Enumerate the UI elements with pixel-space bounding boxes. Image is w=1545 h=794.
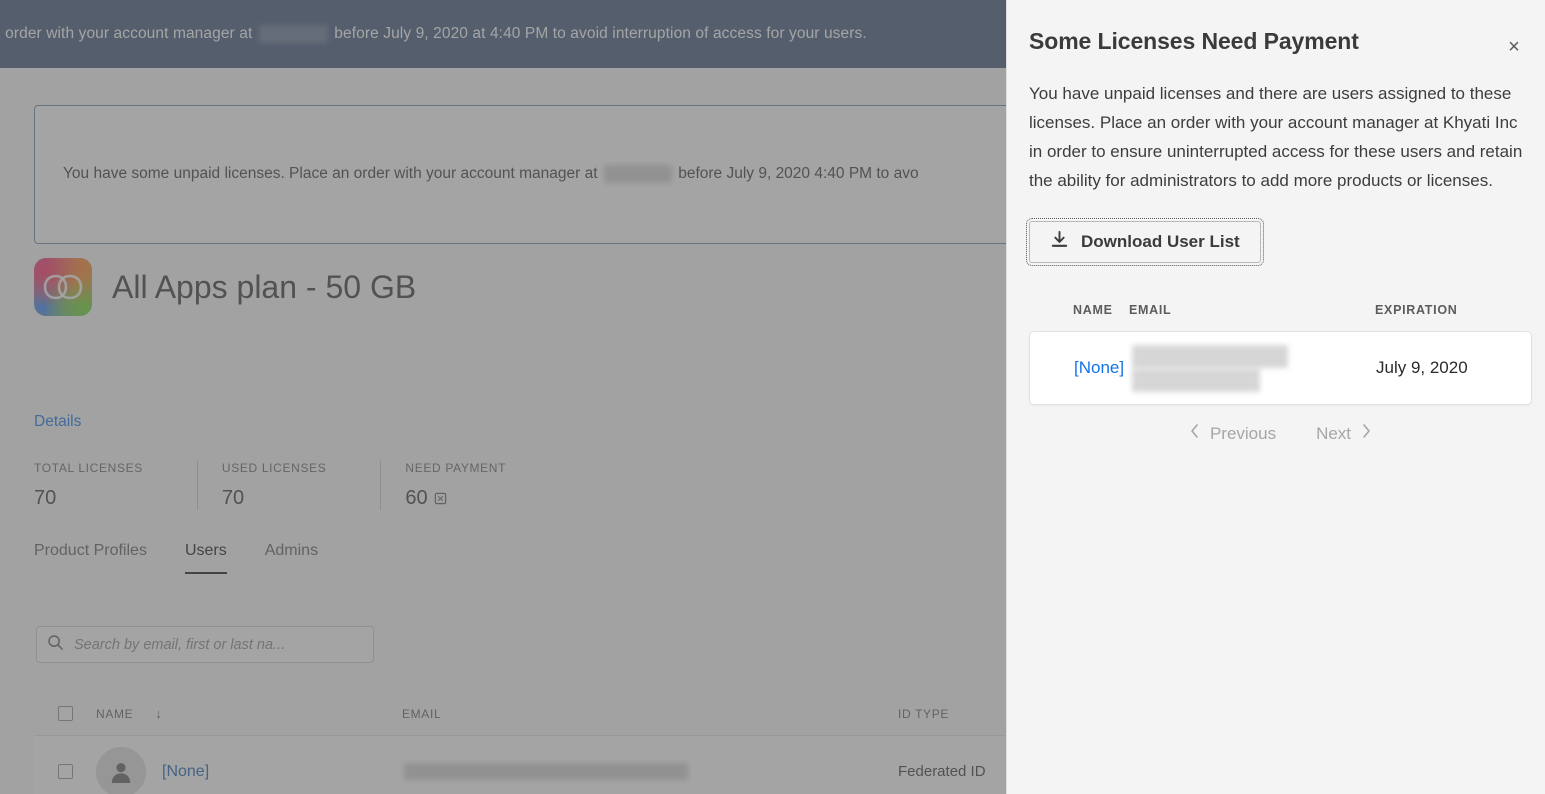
- application-backdrop: n order with your account manager at Khy…: [0, 0, 1006, 794]
- plan-tabs: Product Profiles Users Admins: [34, 542, 318, 574]
- search-icon: [47, 634, 64, 656]
- inline-alert-redacted-company: Khyati Inc: [603, 165, 672, 184]
- chevron-right-icon: [1361, 423, 1372, 444]
- inline-alert-text-after: before July 9, 2020 4:40 PM to avo: [678, 165, 919, 183]
- unpaid-users-table-header: NAME EMAIL EXPIRATION: [1029, 303, 1532, 331]
- sort-descending-icon: ↓: [155, 706, 163, 721]
- panel-description: You have unpaid licenses and there are u…: [1029, 84, 1523, 190]
- stat-value-wrapper: 70: [222, 487, 326, 510]
- panel-user-email-redacted-line1: rjoshi-testuser-newuser: [1132, 345, 1288, 368]
- unpaid-licenses-alert: You have some unpaid licenses. Place an …: [34, 105, 1006, 244]
- alert-info-icon[interactable]: [434, 492, 447, 505]
- panel-user-expiration: July 9, 2020: [1376, 358, 1468, 377]
- search-input[interactable]: [74, 636, 363, 653]
- row-name-cell: [None]: [96, 746, 402, 794]
- stat-label: NEED PAYMENT: [405, 461, 507, 475]
- top-banner-redacted-company: Khyati Inc: [258, 24, 328, 43]
- column-header-email[interactable]: EMAIL: [402, 707, 898, 721]
- table-row[interactable]: [None] rjoshi-testuser-newuser-SAM-bjkor…: [34, 736, 1006, 794]
- stat-value: 60: [405, 487, 428, 509]
- tab-users[interactable]: Users: [184, 542, 227, 574]
- close-icon[interactable]: ×: [1499, 32, 1529, 62]
- top-banner-text-after: before July 9, 2020 at 4:40 PM to avoid …: [334, 25, 867, 43]
- inline-alert-text-before: You have some unpaid licenses. Place an …: [63, 165, 598, 183]
- row-checkbox-cell: [34, 764, 96, 779]
- panel-user-email-redacted-line2: -SAM-bjkorg3!.com: [1132, 368, 1261, 392]
- stat-value-wrapper: 70: [34, 487, 143, 510]
- avatar: [96, 746, 146, 794]
- license-stats: TOTAL LICENSES 70 USED LICENSES 70 NEED …: [34, 461, 560, 510]
- panel-user-email-cell: rjoshi-testuser-newuser -SAM-bjkorg3!.co…: [1130, 344, 1346, 392]
- column-header-name[interactable]: NAME ↓: [96, 706, 402, 721]
- top-banner-text-before: n order with your account manager at: [0, 25, 253, 43]
- column-header-name-label: NAME: [96, 706, 134, 721]
- select-all-checkbox-cell: [34, 706, 96, 721]
- row-checkbox[interactable]: [58, 764, 73, 779]
- stat-value-wrapper: 60: [405, 487, 506, 510]
- stat-label: TOTAL LICENSES: [34, 461, 143, 475]
- users-table: NAME ↓ EMAIL ID TYPE [None] Federated ID: [34, 692, 1006, 794]
- stat-label: USED LICENSES: [221, 461, 327, 475]
- creative-cloud-glyph: [34, 258, 92, 316]
- panel-table-row[interactable]: [None] rjoshi-testuser-newuser -SAM-bjko…: [1029, 331, 1532, 405]
- chevron-left-icon: [1189, 423, 1200, 444]
- row-id-type-cell: Federated ID: [898, 763, 986, 780]
- page-title: All Apps plan - 50 GB: [112, 268, 417, 305]
- panel-column-header-expiration: EXPIRATION: [1375, 303, 1458, 317]
- download-icon: [1050, 230, 1069, 254]
- panel-column-header-name: NAME: [1073, 303, 1113, 317]
- search-box[interactable]: [36, 626, 374, 663]
- column-header-id-type[interactable]: ID TYPE: [898, 707, 1006, 721]
- inline-alert-text: You have some unpaid licenses. Place an …: [35, 165, 919, 184]
- row-email-cell: rjoshi-testuser-newuser-SAM-bjkorg3!.com: [402, 763, 898, 781]
- top-warning-banner: n order with your account manager at Khy…: [0, 0, 1006, 68]
- previous-page-label: Previous: [1209, 423, 1277, 443]
- next-page-button[interactable]: Next: [1316, 423, 1372, 444]
- top-banner-text: n order with your account manager at Khy…: [0, 24, 867, 43]
- stat-total-licenses: TOTAL LICENSES 70: [34, 461, 177, 510]
- stat-value: 70: [34, 487, 57, 509]
- panel-column-header-email: EMAIL: [1129, 303, 1172, 317]
- plan-header: All Apps plan - 50 GB: [34, 258, 416, 316]
- row-email-redacted: rjoshi-testuser-newuser-SAM-bjkorg3!.com: [404, 763, 689, 781]
- user-name-link[interactable]: [None]: [162, 763, 209, 781]
- previous-page-button[interactable]: Previous: [1189, 423, 1276, 444]
- adobe-creative-cloud-icon: [34, 258, 92, 316]
- panel-pagination: Previous Next: [1029, 423, 1532, 444]
- select-all-checkbox[interactable]: [58, 706, 73, 721]
- stat-need-payment: NEED PAYMENT 60: [380, 461, 540, 510]
- tab-product-profiles[interactable]: Product Profiles: [34, 542, 147, 574]
- panel-title: Some Licenses Need Payment: [1029, 28, 1359, 54]
- unpaid-users-table: NAME EMAIL EXPIRATION [None] rjoshi-test…: [1029, 303, 1532, 444]
- users-table-header: NAME ↓ EMAIL ID TYPE: [34, 692, 1006, 736]
- stat-value: 70: [221, 487, 245, 509]
- panel-user-name-link[interactable]: [None]: [1030, 358, 1130, 378]
- download-user-list-label: Download User List: [1081, 232, 1240, 251]
- stat-used-licenses: USED LICENSES 70: [196, 461, 360, 510]
- licenses-need-payment-panel: Some Licenses Need Payment × You have un…: [1006, 0, 1545, 794]
- details-link[interactable]: Details: [34, 413, 81, 431]
- next-page-label: Next: [1316, 423, 1352, 443]
- main-content-area: You have some unpaid licenses. Place an …: [0, 68, 1006, 794]
- tab-admins[interactable]: Admins: [265, 542, 318, 574]
- download-user-list-button[interactable]: Download User List: [1026, 218, 1264, 266]
